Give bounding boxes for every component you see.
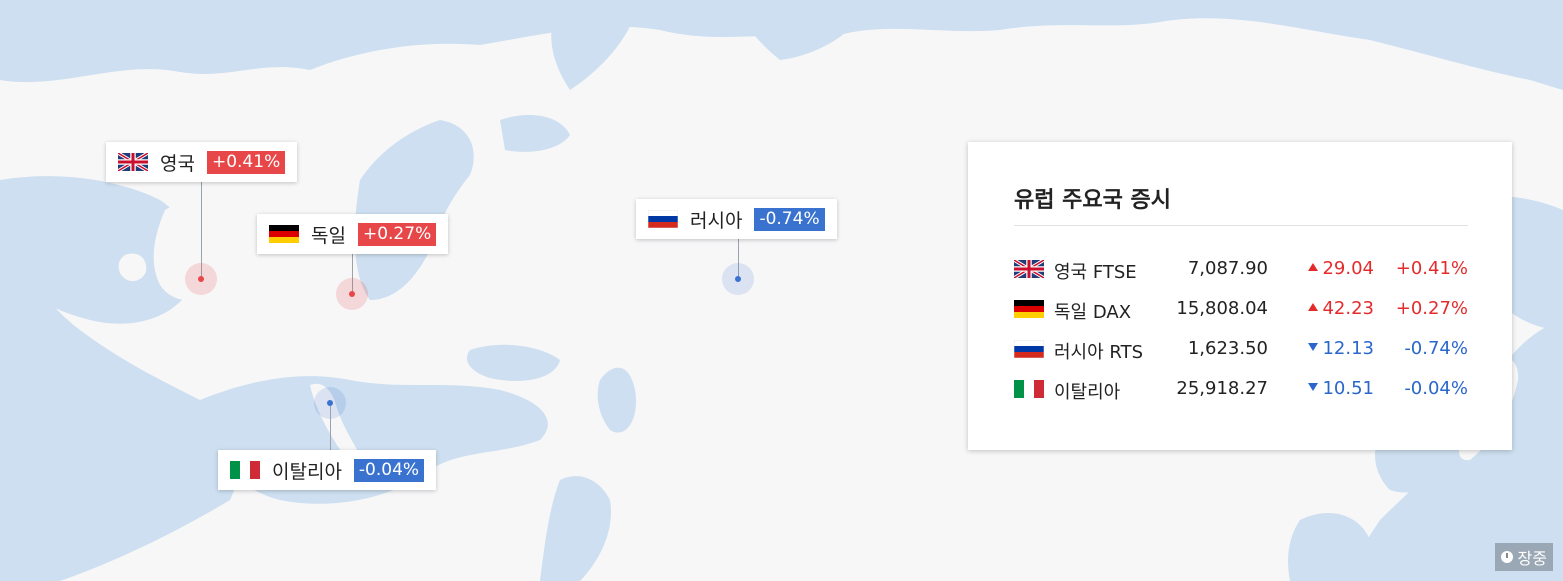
change-badge: -0.04% — [353, 458, 425, 482]
europe-index-panel: 유럽 주요국 증시 영국 FTSE 7,087.90 29.04 +0.41% … — [968, 142, 1512, 450]
change-badge: -0.74% — [754, 207, 825, 231]
uk-marker-dot[interactable] — [198, 276, 204, 282]
down-triangle-icon — [1308, 383, 1319, 391]
italy-flag-icon — [1014, 380, 1044, 398]
divider — [1014, 225, 1468, 226]
clock-icon — [1500, 551, 1513, 563]
index-percent: +0.27% — [1395, 298, 1468, 319]
index-value: 7,087.90 — [1187, 258, 1268, 279]
market-status-label: 장중 — [1517, 549, 1547, 568]
index-change: 10.51 — [1308, 378, 1374, 399]
change-badge: +0.27% — [357, 222, 437, 246]
index-row-uk[interactable]: 영국 FTSE 7,087.90 29.04 +0.41% — [1014, 254, 1468, 284]
change-badge: +0.41% — [206, 150, 286, 174]
up-triangle-icon — [1308, 263, 1319, 271]
index-name: 독일 DAX — [1054, 302, 1132, 323]
index-value: 25,918.27 — [1176, 378, 1268, 399]
index-name: 러시아 RTS — [1054, 342, 1144, 363]
index-row-russia[interactable]: 러시아 RTS 1,623.50 12.13 -0.74% — [1014, 334, 1468, 364]
index-change: 12.13 — [1308, 338, 1374, 359]
index-row-italy[interactable]: 이탈리아 25,918.27 10.51 -0.04% — [1014, 374, 1468, 404]
map-tag-name: 영국 — [160, 152, 195, 175]
russia-flag-icon — [648, 210, 678, 228]
index-percent: -0.04% — [1404, 378, 1468, 399]
index-name: 이탈리아 — [1054, 382, 1121, 403]
map-tag-name: 독일 — [311, 224, 346, 247]
map-tag-italy[interactable]: 이탈리아 -0.04% — [218, 450, 437, 490]
index-value: 1,623.50 — [1187, 338, 1268, 359]
panel-title: 유럽 주요국 증시 — [1014, 188, 1171, 213]
map-tag-name: 이탈리아 — [272, 460, 342, 483]
map-tag-name: 러시아 — [690, 209, 743, 232]
down-triangle-icon — [1308, 343, 1319, 351]
index-value: 15,808.04 — [1176, 298, 1268, 319]
germany-flag-icon — [269, 225, 299, 243]
index-row-germany[interactable]: 독일 DAX 15,808.04 42.23 +0.27% — [1014, 294, 1468, 324]
index-change: 29.04 — [1308, 258, 1374, 279]
up-triangle-icon — [1308, 303, 1319, 311]
map-tag-russia[interactable]: 러시아 -0.74% — [636, 199, 837, 239]
map-tag-uk[interactable]: 영국 +0.41% — [106, 142, 298, 182]
index-change: 42.23 — [1308, 298, 1374, 319]
market-status-badge: 장중 — [1494, 543, 1553, 571]
italy-flag-icon — [230, 461, 260, 479]
uk-flag-icon — [1014, 260, 1044, 278]
index-percent: -0.74% — [1404, 338, 1468, 359]
map-tag-germany[interactable]: 독일 +0.27% — [257, 214, 449, 254]
russia-marker-dot[interactable] — [735, 276, 741, 282]
italy-marker-stem — [330, 406, 331, 450]
germany-flag-icon — [1014, 300, 1044, 318]
uk-flag-icon — [118, 153, 148, 171]
index-name: 영국 FTSE — [1054, 262, 1137, 283]
russia-flag-icon — [1014, 340, 1044, 358]
index-percent: +0.41% — [1395, 258, 1468, 279]
germany-marker-dot[interactable] — [349, 291, 355, 297]
